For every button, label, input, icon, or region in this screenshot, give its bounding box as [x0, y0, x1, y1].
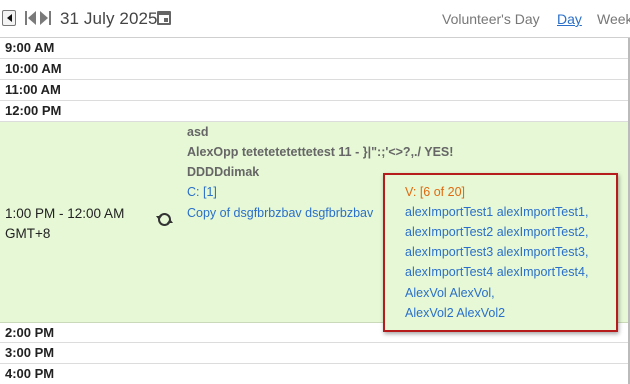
event-subtitle[interactable]: DDDDdimak [187, 165, 259, 179]
time-slot[interactable]: 12:00 PM [0, 101, 630, 122]
event-timezone: GMT+8 [5, 226, 51, 241]
volunteer-name-link[interactable]: AlexVol AlexVol, [405, 286, 495, 300]
slot-time-label: 9:00 AM [5, 40, 55, 55]
volunteer-name-link[interactable]: AlexVol2 AlexVol2 [405, 306, 505, 320]
volunteer-count: V: [6 of 20] [405, 185, 465, 199]
volunteer-name-link[interactable]: alexImportTest3 alexImportTest3, [405, 245, 588, 259]
calendar-toolbar: 31 July 2025 Volunteer's Day Day Week [0, 0, 630, 38]
recurring-icon[interactable] [156, 213, 173, 226]
slot-time-label: 3:00 PM [5, 345, 55, 360]
day-view-link[interactable]: Day [557, 11, 582, 27]
volunteers-day-label: Volunteer's Day [442, 11, 540, 27]
volunteer-name-link[interactable]: alexImportTest2 alexImportTest2, [405, 225, 588, 239]
time-slot[interactable]: 10:00 AM [0, 59, 630, 80]
volunteer-name-link[interactable]: alexImportTest4 alexImportTest4, [405, 265, 588, 279]
slot-time-label: 12:00 PM [5, 103, 62, 118]
next-icon[interactable] [39, 10, 52, 26]
previous-icon[interactable] [24, 10, 37, 26]
collapse-left-icon[interactable] [2, 10, 16, 26]
event-copy-link[interactable]: Copy of dsgfbrbzbav dsgfbrbzbav [187, 206, 373, 220]
slot-time-label: 10:00 AM [5, 61, 62, 76]
event-title[interactable]: asd [187, 125, 209, 139]
current-date-title: 31 July 2025 [60, 9, 158, 28]
time-slot[interactable]: 9:00 AM [0, 38, 630, 59]
slot-time-label: 2:00 PM [5, 325, 55, 340]
time-slot[interactable]: 3:00 PM [0, 343, 630, 364]
event-time-range-text: 1:00 PM - 12:00 AM [5, 206, 125, 221]
calendar-icon[interactable] [157, 11, 171, 25]
event-count-link[interactable]: C: [1] [187, 185, 217, 199]
time-slot[interactable]: 11:00 AM [0, 80, 630, 101]
volunteer-name-link[interactable]: alexImportTest1 alexImportTest1, [405, 205, 588, 219]
volunteer-popup: V: [6 of 20] alexImportTest1 alexImportT… [383, 173, 618, 332]
slot-time-label: 11:00 AM [5, 82, 61, 97]
week-view-link[interactable]: Week [597, 11, 630, 27]
slot-time-label: 4:00 PM [5, 366, 55, 381]
event-time-range: 1:00 PM - 12:00 AM GMT+8 [5, 204, 124, 244]
event-opportunity[interactable]: AlexOpp tetetetetettetest 11 - }|":;'<>?… [187, 145, 453, 159]
time-slot[interactable]: 4:00 PM [0, 364, 630, 384]
